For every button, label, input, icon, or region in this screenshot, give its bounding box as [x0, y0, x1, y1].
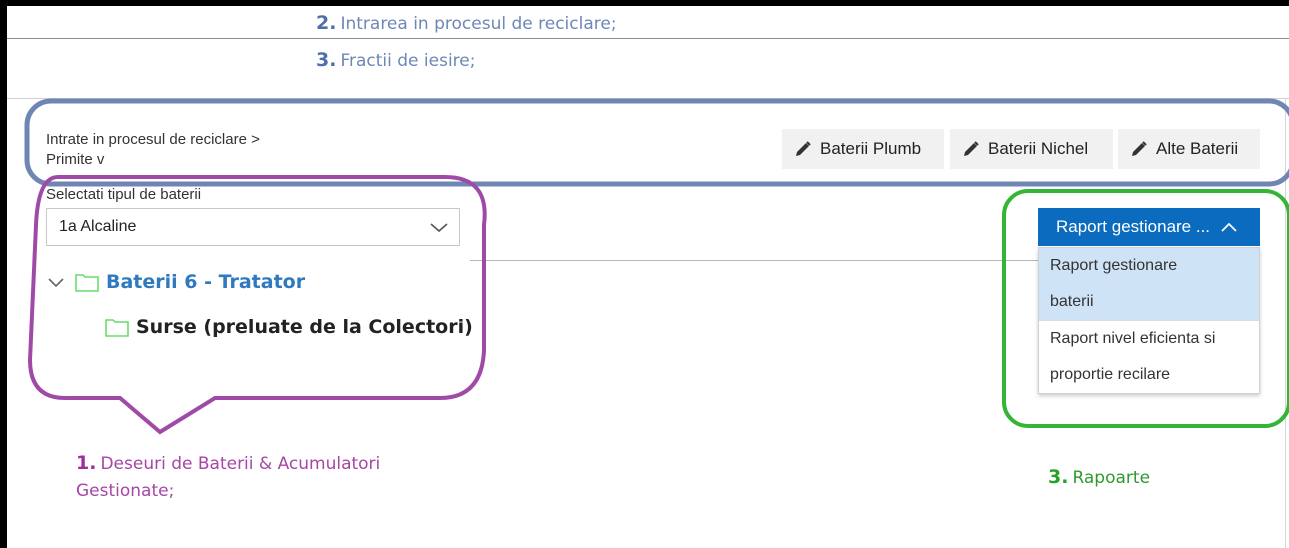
breadcrumb: Intrate in procesul de reciclare > Primi… [46, 130, 260, 170]
report-dropdown-button[interactable]: Raport gestionare ... [1038, 208, 1260, 246]
annotation-number: 2. [316, 12, 337, 34]
report-menu-item-eficienta[interactable]: Raport nivel eficienta si proportie reci… [1039, 320, 1259, 393]
folder-icon [105, 319, 129, 337]
report-dropdown-menu: Raport gestionare baterii Raport nivel e… [1038, 247, 1260, 394]
battery-type-select[interactable]: 1a Alcaline [46, 208, 460, 246]
button-label: Baterii Plumb [820, 139, 922, 158]
annotation-number: 3. [1048, 466, 1069, 488]
annotation-text: Deseuri de Baterii & Acumulatori Gestion… [76, 454, 381, 501]
report-dropdown-label: Raport gestionare ... [1056, 217, 1211, 236]
header-rule [7, 38, 1289, 39]
frame-left-border [0, 0, 7, 548]
annotation-deseuri: 1. Deseuri de Baterii & Acumulatori Gesti… [76, 450, 466, 505]
alte-baterii-button[interactable]: Alte Baterii [1118, 129, 1260, 169]
annotation-text: Intrarea in procesul de reciclare; [340, 14, 617, 34]
button-label: Baterii Nichel [988, 139, 1089, 158]
breadcrumb-link[interactable]: Intrate in procesul de reciclare > [46, 131, 260, 148]
tree-node-child[interactable]: Surse (preluate de la Colectori) [104, 316, 473, 338]
chevron-up-icon [1221, 222, 1237, 232]
tree-node-label: Surse (preluate de la Colectori) [136, 316, 473, 338]
battery-select-label: Selectati tipul de baterii [46, 186, 202, 203]
menu-item-line: baterii [1050, 293, 1094, 310]
menu-item-line: Raport gestionare [1050, 257, 1178, 274]
annotation-number: 3. [316, 49, 337, 71]
baterii-plumb-button[interactable]: Baterii Plumb [782, 129, 944, 169]
breadcrumb-dropdown[interactable]: Primite v [46, 150, 260, 170]
annotation-rapoarte: 3. Rapoarte [1048, 466, 1150, 488]
menu-item-line: Raport nivel eficienta si [1050, 330, 1216, 347]
menu-item-line: proportie recilare [1050, 366, 1171, 383]
pencil-icon [796, 141, 811, 156]
annotation-text: Rapoarte [1072, 468, 1151, 488]
right-edge-rule [1285, 98, 1286, 548]
button-label: Alte Baterii [1156, 139, 1239, 158]
chevron-down-icon [430, 223, 448, 233]
annotation-fractii: 3. Fractii de iesire; [316, 49, 475, 71]
annotation-text: Fractii de iesire; [340, 51, 476, 71]
baterii-nichel-button[interactable]: Baterii Nichel [950, 129, 1113, 169]
report-menu-item-gestionare[interactable]: Raport gestionare baterii [1039, 248, 1259, 320]
pencil-icon [964, 141, 979, 156]
tree-node-label: Baterii 6 - Tratator [106, 271, 306, 293]
tree-node-root[interactable]: Baterii 6 - Tratator [46, 271, 305, 293]
folder-icon [75, 274, 99, 292]
pencil-icon [1132, 141, 1147, 156]
annotation-intrare: 2. Intrarea in procesul de reciclare; [316, 12, 617, 34]
annotation-number: 1. [76, 452, 97, 474]
section-rule [7, 98, 1289, 99]
frame-top-border [0, 0, 1289, 6]
chevron-down-icon[interactable] [46, 274, 68, 290]
battery-select-value: 1a Alcaline [59, 218, 137, 235]
